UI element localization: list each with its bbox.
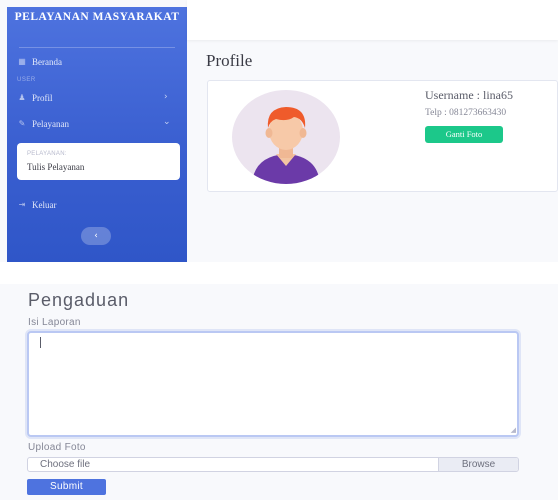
sidebar-brand[interactable]: PELAYANAN MASYARAKAT [7, 11, 187, 24]
wrench-icon: ✎ [18, 119, 26, 128]
sidebar-item-logout[interactable]: ⇥ Keluar [17, 200, 57, 210]
text-caret [40, 337, 41, 348]
browse-button[interactable]: Browse [438, 458, 518, 471]
submenu-header: PELAYANAN: [27, 151, 67, 157]
avatar [232, 90, 340, 184]
profile-username: Username : lina65 [425, 88, 513, 102]
sidebar-item-label: Profil [32, 93, 53, 103]
dashboard-icon: ▦ [18, 57, 26, 66]
sidebar-item-dashboard[interactable]: ▦ Beranda [17, 57, 62, 67]
submenu-item-write-service[interactable]: Tulis Pelayanan [27, 162, 84, 172]
profile-screen: PELAYANAN MASYARAKAT ▦ Beranda USER ♟ Pr… [0, 0, 558, 262]
service-submenu: PELAYANAN: Tulis Pelayanan [17, 143, 180, 180]
report-textarea[interactable]: ◢ [27, 331, 519, 437]
submit-button[interactable]: Submit [27, 479, 106, 495]
change-photo-button[interactable]: Ganti Foto [425, 126, 503, 143]
upload-label: Upload Foto [28, 442, 86, 453]
chevron-right-icon: › [164, 92, 168, 102]
sidebar-divider [19, 47, 175, 48]
topbar [187, 0, 558, 40]
sidebar: PELAYANAN MASYARAKAT ▦ Beranda USER ♟ Pr… [7, 7, 187, 262]
sidebar-section-heading: USER [17, 77, 36, 83]
logout-icon: ⇥ [18, 200, 26, 209]
user-icon: ♟ [18, 93, 26, 102]
sidebar-item-service[interactable]: ✎ Pelayanan [17, 119, 69, 129]
page-title: Profile [206, 51, 253, 70]
resize-grip-icon[interactable]: ◢ [511, 427, 516, 434]
report-label: Isi Laporan [28, 317, 81, 328]
chevron-down-icon: ⌄ [163, 117, 171, 127]
sidebar-item-profile[interactable]: ♟ Profil [17, 93, 53, 103]
sidebar-item-label: Pelayanan [32, 119, 69, 129]
profile-phone: Telp : 081273663430 [425, 108, 507, 118]
sidebar-item-label: Keluar [32, 200, 57, 210]
form-title: Pengaduan [28, 290, 130, 310]
sidebar-toggle-button[interactable]: ‹ [81, 227, 111, 245]
sidebar-item-label: Beranda [32, 57, 62, 67]
file-upload-input[interactable]: Choose file Browse [27, 457, 519, 472]
file-input-placeholder: Choose file [40, 459, 91, 470]
